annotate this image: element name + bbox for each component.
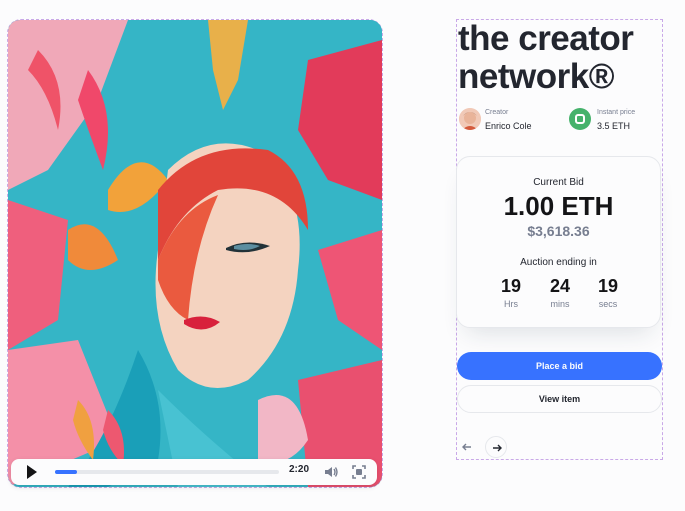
progress-bar[interactable] xyxy=(55,470,279,474)
creator-label: Creator xyxy=(485,109,509,116)
prev-button[interactable] xyxy=(456,436,478,458)
artwork-video[interactable] xyxy=(8,20,382,487)
artwork-image xyxy=(8,20,382,487)
progress-fill xyxy=(55,470,78,474)
countdown-mins-unit: mins xyxy=(550,299,570,309)
fullscreen-icon xyxy=(352,465,366,479)
countdown-hours: 19 Hrs xyxy=(486,275,536,309)
instant-price-info: Instant price 3.5 ETH xyxy=(569,108,669,134)
instant-price-value: 3.5 ETH xyxy=(597,121,631,131)
countdown-mins: 24 mins xyxy=(535,275,585,309)
auction-ending-label: Auction ending in xyxy=(520,257,597,268)
next-button[interactable] xyxy=(485,436,507,458)
current-bid-card: Current Bid 1.00 ETH $3,618.36 Auction e… xyxy=(456,156,661,328)
play-button[interactable] xyxy=(25,464,39,480)
creator-photo xyxy=(459,108,481,130)
play-icon xyxy=(27,465,37,479)
current-bid-eth: 1.00 ETH xyxy=(503,191,614,221)
current-bid-label: Current Bid xyxy=(533,177,584,188)
volume-button[interactable] xyxy=(323,464,339,480)
creator-avatar xyxy=(459,108,481,130)
current-bid-usd: $3,618.36 xyxy=(527,223,590,239)
playback-time: 2:20 xyxy=(289,464,310,475)
countdown-secs-value: 19 xyxy=(597,276,619,296)
place-bid-button[interactable]: Place a bid xyxy=(457,352,662,380)
volume-icon xyxy=(325,467,338,477)
countdown-mins-value: 24 xyxy=(549,276,571,296)
countdown-secs-unit: secs xyxy=(598,299,618,309)
instant-price-label: Instant price xyxy=(597,109,636,116)
countdown-hours-unit: Hrs xyxy=(504,299,518,309)
arrow-left-icon xyxy=(462,443,471,451)
creator-info[interactable]: Creator Enrico Cole xyxy=(459,108,559,134)
video-player-controls: 2:20 xyxy=(11,459,377,485)
price-icon xyxy=(569,108,591,130)
creator-name: Enrico Cole xyxy=(485,121,532,131)
countdown-hours-value: 19 xyxy=(500,276,522,296)
fullscreen-button[interactable] xyxy=(351,464,367,480)
item-title: the creator network® xyxy=(458,19,634,96)
countdown-secs: 19 secs xyxy=(583,275,633,309)
arrow-right-icon xyxy=(493,444,502,452)
view-item-button[interactable]: View item xyxy=(457,385,662,413)
